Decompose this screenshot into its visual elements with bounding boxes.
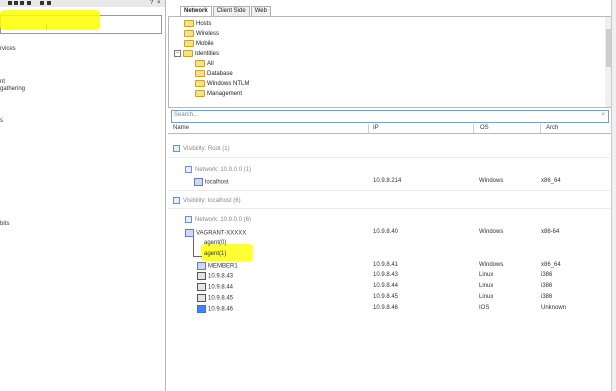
- agent-label: agent(0): [204, 240, 227, 246]
- agent-label: agent(1): [204, 251, 227, 257]
- tree-item-wireless[interactable]: Wireless: [184, 30, 219, 37]
- search-placeholder: Search...: [174, 112, 199, 118]
- hosts-search-input[interactable]: Search... ×: [171, 110, 609, 123]
- close-icon[interactable]: ×: [157, 0, 161, 6]
- category-tree: Hosts Wireless Mobile − Identities All Da…: [168, 16, 613, 108]
- column-name[interactable]: Name: [173, 125, 189, 131]
- column-arch[interactable]: Arch: [546, 125, 558, 131]
- folder-icon: [184, 40, 194, 47]
- toolbar-icon[interactable]: [20, 1, 24, 5]
- module-tree-item[interactable]: bits: [0, 221, 9, 227]
- left-panel: [0, 0, 166, 391]
- tab-network[interactable]: Network: [180, 6, 212, 16]
- linux-host-icon: [197, 272, 206, 280]
- folder-icon: [183, 50, 193, 57]
- table-row[interactable]: 10.9.8.43 10.9.8.43 Linux i386: [168, 272, 611, 280]
- collapse-icon[interactable]: −: [174, 50, 181, 57]
- table-row[interactable]: agent(1): [168, 251, 611, 259]
- help-icon[interactable]: ?: [150, 0, 153, 6]
- tab-web[interactable]: Web: [250, 6, 271, 16]
- tree-item-hosts[interactable]: Hosts: [184, 20, 211, 27]
- tab-bar: Network Client Side Web: [180, 6, 272, 16]
- highlight-marker: [0, 10, 100, 30]
- linux-host-icon: [197, 294, 206, 302]
- table-row[interactable]: 10.9.8.45 10.9.8.45 Linux i386: [168, 294, 611, 302]
- module-tree-item[interactable]: nt: [0, 79, 5, 85]
- group-icon: [173, 197, 180, 204]
- tab-client-side[interactable]: Client Side: [212, 6, 250, 16]
- ios-host-icon: [197, 305, 206, 313]
- module-tree-item[interactable]: rvices: [0, 46, 16, 52]
- windows-host-icon: [197, 262, 206, 270]
- column-os[interactable]: OS: [480, 125, 489, 131]
- windows-host-icon: [194, 178, 203, 186]
- table-row[interactable]: agent(0): [168, 240, 611, 248]
- module-tree-item[interactable]: gathering: [0, 86, 25, 92]
- group-header[interactable]: Network: 10.9.0.0 (6): [168, 215, 616, 224]
- module-tree-item[interactable]: s: [0, 118, 3, 124]
- table-row[interactable]: 10.9.8.44 10.9.8.44 Linux i386: [168, 283, 611, 291]
- column-ip[interactable]: IP: [373, 125, 379, 131]
- table-row[interactable]: VAGRANT-XXXXX 10.9.8.40 Windows x86-64: [168, 229, 611, 237]
- tree-item-mobile[interactable]: Mobile: [184, 40, 214, 47]
- linux-host-icon: [197, 283, 206, 291]
- folder-icon: [195, 70, 205, 77]
- tree-item-database[interactable]: Database: [195, 70, 233, 77]
- folder-icon: [184, 20, 194, 27]
- table-header: Name IP OS Arch: [168, 124, 611, 134]
- folder-icon: [195, 60, 205, 67]
- group-header[interactable]: Network: 10.9.0.0 (1): [168, 165, 616, 174]
- folder-icon: [195, 90, 205, 97]
- tree-item-management[interactable]: Management: [195, 90, 242, 97]
- group-icon: [185, 216, 192, 223]
- folder-icon: [184, 30, 194, 37]
- window-scrollbar[interactable]: [612, 0, 616, 391]
- tree-item-all[interactable]: All: [195, 60, 214, 67]
- table-row[interactable]: MEMBER1 10.9.8.41 Windows x86_64: [168, 262, 611, 270]
- group-header[interactable]: Visibility: Root (1): [168, 144, 616, 153]
- toolbar-icon[interactable]: [14, 1, 18, 5]
- toolbar-icon[interactable]: [47, 1, 51, 5]
- table-row[interactable]: localhost 10.9.8.214 Windows x86_64: [168, 178, 611, 186]
- clear-search-icon[interactable]: ×: [601, 112, 605, 118]
- group-icon: [173, 145, 180, 152]
- tree-item-identities[interactable]: − Identities: [174, 50, 219, 57]
- toolbar-icon[interactable]: [40, 1, 44, 5]
- group-icon: [185, 166, 192, 173]
- left-panel-toolbar: ? ×: [0, 0, 165, 7]
- group-header[interactable]: Visibility: localhost (6): [168, 196, 616, 205]
- windows-host-icon: [185, 229, 194, 237]
- folder-icon: [195, 80, 205, 87]
- table-row[interactable]: 10.9.8.46 10.9.8.46 IOS Unknown: [168, 305, 611, 313]
- toolbar-icon[interactable]: [8, 1, 12, 5]
- toolbar-icon[interactable]: [27, 1, 31, 5]
- tree-item-windows-ntlm[interactable]: Windows NTLM: [195, 80, 249, 87]
